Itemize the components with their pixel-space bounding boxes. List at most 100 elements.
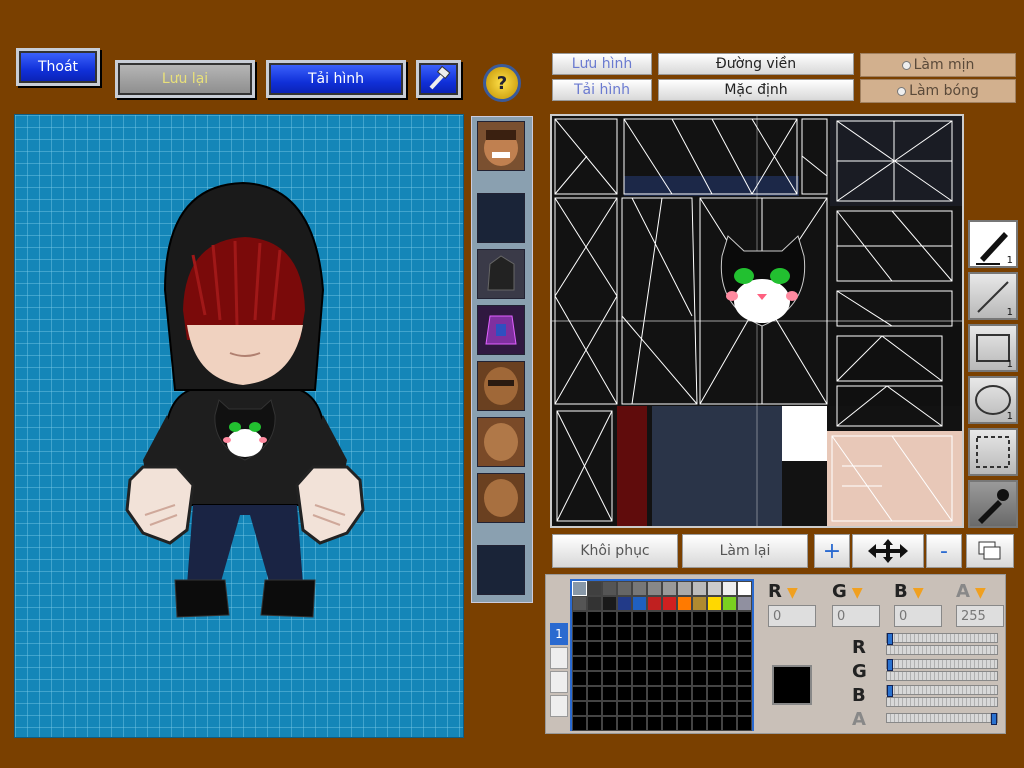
palette-swatch[interactable]: [587, 596, 602, 611]
palette-swatch[interactable]: [647, 671, 662, 686]
palette-swatch[interactable]: [737, 641, 752, 656]
palette-swatch[interactable]: [662, 611, 677, 626]
palette-swatch[interactable]: [572, 716, 587, 731]
r-slider-knob[interactable]: [887, 633, 893, 645]
eyedropper-tool[interactable]: [968, 480, 1018, 528]
restore-button[interactable]: Khôi phục: [552, 534, 678, 568]
palette-swatch[interactable]: [692, 716, 707, 731]
move-button[interactable]: [852, 534, 924, 568]
face-thumbnail-3[interactable]: [477, 417, 525, 467]
palette-swatch[interactable]: [707, 656, 722, 671]
zoom-in-button[interactable]: +: [814, 534, 850, 568]
r-slider-secondary[interactable]: [886, 645, 998, 655]
palette-swatch[interactable]: [662, 656, 677, 671]
palette-swatch[interactable]: [632, 656, 647, 671]
palette-swatch[interactable]: [632, 701, 647, 716]
a-value-input[interactable]: 255: [956, 605, 1004, 627]
palette-swatch[interactable]: [632, 686, 647, 701]
smooth-radio[interactable]: Làm mịn: [860, 53, 1016, 77]
palette-swatch[interactable]: [737, 716, 752, 731]
palette-swatch[interactable]: [707, 686, 722, 701]
palette-swatch[interactable]: [722, 701, 737, 716]
palette-swatch[interactable]: [587, 701, 602, 716]
palette-swatch[interactable]: [662, 671, 677, 686]
palette-swatch[interactable]: [707, 641, 722, 656]
palette-swatch[interactable]: [587, 641, 602, 656]
palette-swatch[interactable]: [737, 686, 752, 701]
palette-swatch[interactable]: [677, 596, 692, 611]
palette-swatch[interactable]: [647, 701, 662, 716]
palette-swatch[interactable]: [617, 611, 632, 626]
palette-swatch[interactable]: [692, 611, 707, 626]
ellipse-tool[interactable]: 1: [968, 376, 1018, 424]
b-slider[interactable]: [886, 685, 998, 697]
palette-swatch[interactable]: [677, 611, 692, 626]
exit-button[interactable]: Thoát: [16, 48, 100, 86]
line-tool[interactable]: 1: [968, 272, 1018, 320]
palette-swatch[interactable]: [632, 596, 647, 611]
palette-swatch[interactable]: [602, 641, 617, 656]
palette-tab-2[interactable]: [550, 647, 568, 669]
palette-swatch[interactable]: [587, 581, 602, 596]
palette-swatch[interactable]: [632, 716, 647, 731]
palette-swatch[interactable]: [572, 686, 587, 701]
palette-swatch[interactable]: [572, 596, 587, 611]
palette-tab-4[interactable]: [550, 695, 568, 717]
palette-swatch[interactable]: [722, 626, 737, 641]
palette-swatch[interactable]: [722, 596, 737, 611]
pen-tool[interactable]: 1: [968, 220, 1018, 268]
empty-slot-thumbnail-2[interactable]: [477, 545, 525, 595]
palette-swatch[interactable]: [722, 581, 737, 596]
palette-swatch[interactable]: [572, 701, 587, 716]
palette-swatch[interactable]: [722, 716, 737, 731]
palette-swatch[interactable]: [692, 596, 707, 611]
palette-swatch[interactable]: [737, 656, 752, 671]
palette-swatch[interactable]: [602, 656, 617, 671]
b-slider-secondary[interactable]: [886, 697, 998, 707]
palette-swatch[interactable]: [662, 641, 677, 656]
zoom-out-button[interactable]: -: [926, 534, 962, 568]
save-image-button[interactable]: Lưu hình: [552, 53, 652, 75]
palette-swatch[interactable]: [677, 671, 692, 686]
a-slider-knob[interactable]: [991, 713, 997, 725]
palette-swatch[interactable]: [647, 641, 662, 656]
palette-swatch[interactable]: [737, 611, 752, 626]
palette-swatch[interactable]: [572, 641, 587, 656]
g-slider-secondary[interactable]: [886, 671, 998, 681]
palette-swatch[interactable]: [737, 701, 752, 716]
g-slider-knob[interactable]: [887, 659, 893, 671]
palette-swatch[interactable]: [707, 701, 722, 716]
empty-slot-thumbnail[interactable]: [477, 193, 525, 243]
palette-swatch[interactable]: [692, 641, 707, 656]
palette-swatch[interactable]: [662, 596, 677, 611]
palette-swatch[interactable]: [692, 671, 707, 686]
a-slider[interactable]: [886, 713, 998, 725]
palette-swatch[interactable]: [677, 656, 692, 671]
palette-swatch[interactable]: [587, 716, 602, 731]
palette-swatch[interactable]: [737, 581, 752, 596]
palette-swatch[interactable]: [677, 581, 692, 596]
rect-tool[interactable]: 1: [968, 324, 1018, 372]
palette-swatch[interactable]: [632, 581, 647, 596]
load-image-small-button[interactable]: Tải hình: [552, 79, 652, 101]
palette-swatch[interactable]: [647, 686, 662, 701]
palette-swatch[interactable]: [707, 596, 722, 611]
color-palette-grid[interactable]: [570, 579, 754, 731]
palette-swatch[interactable]: [572, 671, 587, 686]
palette-swatch[interactable]: [617, 641, 632, 656]
palette-swatch[interactable]: [632, 671, 647, 686]
palette-swatch[interactable]: [722, 686, 737, 701]
palette-tab-1[interactable]: 1: [550, 623, 568, 645]
palette-swatch[interactable]: [602, 626, 617, 641]
palette-swatch[interactable]: [647, 611, 662, 626]
palette-swatch[interactable]: [602, 716, 617, 731]
palette-swatch[interactable]: [602, 701, 617, 716]
save-button[interactable]: Lưu lại: [115, 60, 255, 98]
palette-swatch[interactable]: [662, 716, 677, 731]
palette-swatch[interactable]: [587, 611, 602, 626]
gloss-radio[interactable]: Làm bóng: [860, 79, 1016, 103]
palette-swatch[interactable]: [632, 626, 647, 641]
palette-swatch[interactable]: [677, 716, 692, 731]
palette-swatch[interactable]: [617, 626, 632, 641]
b-value-input[interactable]: 0: [894, 605, 942, 627]
